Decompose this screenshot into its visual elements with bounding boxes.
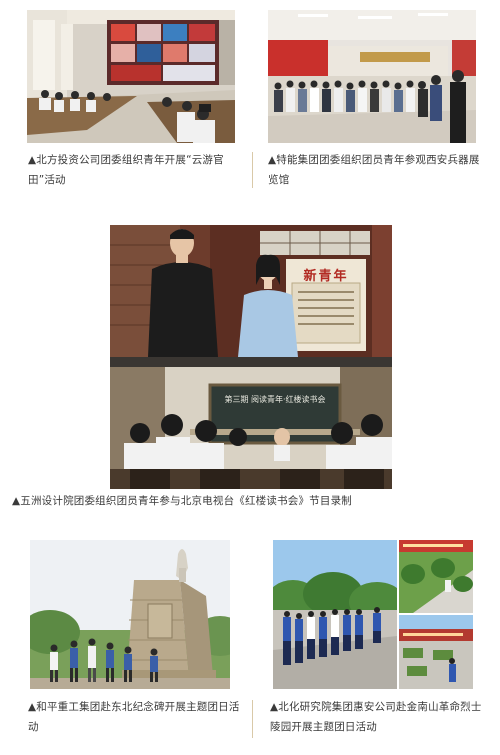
caption-bottom-right: ▲北化研究院集团惠安公司赴金南山革命烈士陵园开展主题团日活动 <box>270 701 482 733</box>
caption-middle: ▲五洲设计院团委组织团员青年参与北京电视台《红楼读书会》节目录制 <box>12 495 352 507</box>
caption-divider-bottom <box>252 700 253 738</box>
blackboard-text: 第三期 阅读青年·红楼读书会 <box>224 395 326 404</box>
photo-weapons-exhibition <box>268 10 476 143</box>
newspaper-title: 新青年 <box>303 269 349 284</box>
caption-top-right: ▲特能集团团委组织团员青年参观西安兵器展览馆 <box>268 154 480 186</box>
photo-tv-recording: 新青年 第三期 阅读青年·红楼读书会 <box>110 225 392 489</box>
photo-cloud-tour-meeting <box>27 10 235 143</box>
photo-memorial-monument <box>30 540 230 689</box>
caption-top-left: ▲北方投资公司团委组织青年开展“云游官田”活动 <box>28 154 224 186</box>
photo-martyrs-cemetery <box>273 540 473 689</box>
caption-divider-top <box>252 152 253 188</box>
caption-bottom-left: ▲和平重工集团赴东北纪念碑开展主题团日活动 <box>28 701 240 733</box>
